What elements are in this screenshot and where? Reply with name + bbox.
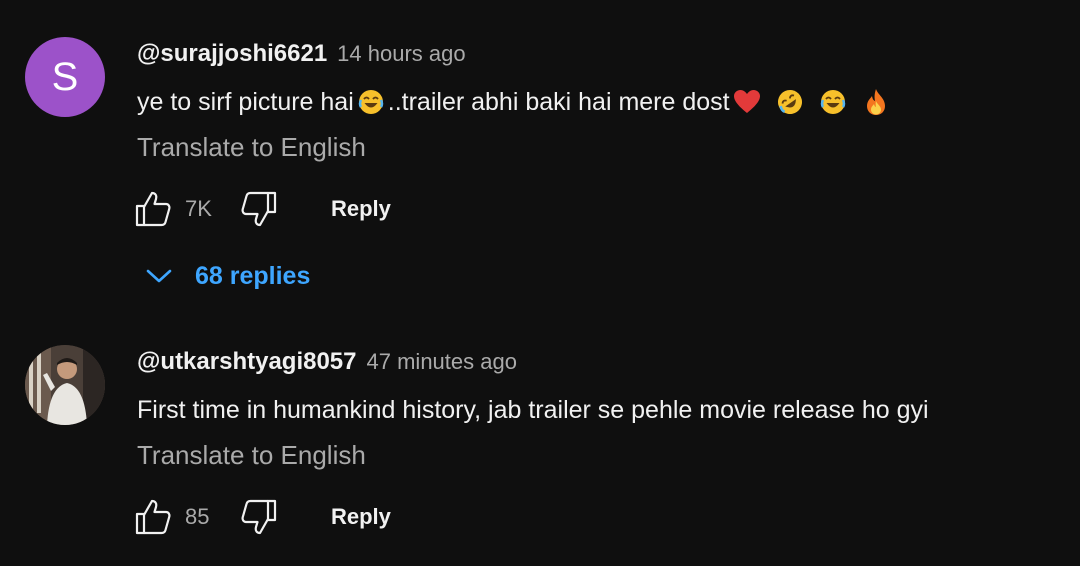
fire-emoji [860, 86, 892, 118]
chevron-down-icon [146, 269, 172, 283]
comment-thread-2: @utkarshtyagi8057 47 minutes ago First t… [0, 310, 1080, 566]
joy-emoji [817, 86, 849, 118]
comment-actions: 85 Reply [133, 497, 391, 537]
dislike-button[interactable] [239, 189, 279, 229]
avatar[interactable]: S [25, 37, 105, 117]
red-heart-emoji [731, 86, 763, 118]
comment-text: First time in humankind history, jab tra… [137, 395, 929, 424]
author-handle[interactable]: @surajjoshi6621 [137, 40, 327, 68]
joy-emoji [355, 86, 387, 118]
like-button[interactable] [133, 189, 173, 229]
comment-timestamp[interactable]: 47 minutes ago [367, 349, 517, 375]
like-button[interactable] [133, 497, 173, 537]
reply-button[interactable]: Reply [331, 504, 391, 530]
avatar-photo-image [25, 345, 105, 425]
rofl-emoji [774, 86, 806, 118]
comment-actions: 7K Reply [133, 189, 391, 229]
author-handle[interactable]: @utkarshtyagi8057 [137, 348, 357, 376]
avatar[interactable] [25, 345, 105, 425]
thumbs-down-icon [241, 499, 277, 535]
reply-button[interactable]: Reply [331, 196, 391, 222]
comment-thread-1: S @surajjoshi6621 14 hours ago ye to sir… [0, 0, 1080, 310]
thumbs-up-icon [135, 191, 171, 227]
comment-text-part2: ..trailer abhi baki hai mere dost [387, 87, 730, 116]
avatar-letter: S [51, 54, 79, 99]
comment-header: @utkarshtyagi8057 47 minutes ago [137, 348, 517, 380]
thumbs-up-icon [135, 499, 171, 535]
view-replies-button[interactable]: 68 replies [145, 256, 310, 296]
comment-timestamp[interactable]: 14 hours ago [337, 41, 465, 67]
comment-text-part1: ye to sirf picture hai [137, 87, 354, 116]
like-count: 85 [185, 504, 210, 529]
comment-header: @surajjoshi6621 14 hours ago [137, 40, 466, 72]
thumbs-down-icon [241, 191, 277, 227]
comment-text: ye to sirf picture hai ..trailer abhi ba… [137, 84, 893, 120]
translate-link[interactable]: Translate to English [137, 440, 366, 471]
translate-link[interactable]: Translate to English [137, 132, 366, 163]
like-count: 7K [185, 196, 212, 221]
dislike-button[interactable] [239, 497, 279, 537]
replies-count-label: 68 replies [195, 261, 311, 290]
